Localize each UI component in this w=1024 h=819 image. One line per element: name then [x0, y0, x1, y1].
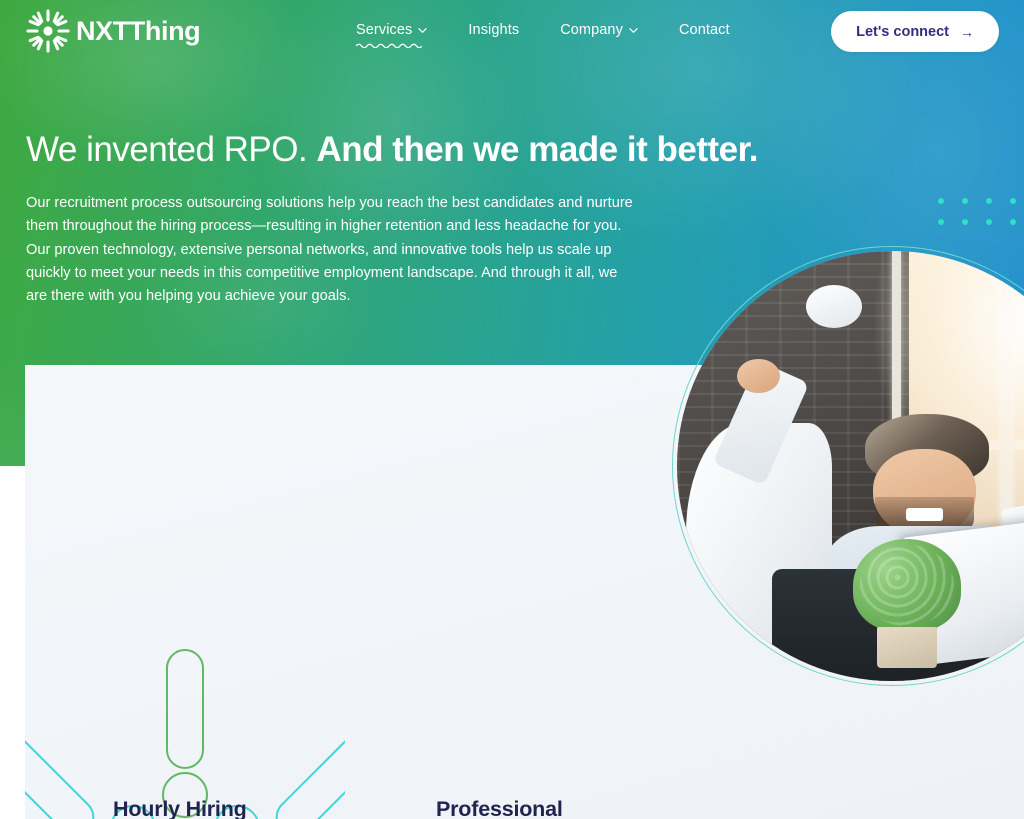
lets-connect-label: Let's connect: [856, 23, 949, 40]
page-title-light: We invented RPO.: [26, 130, 317, 169]
nav-item-insights-label: Insights: [468, 22, 520, 38]
service-card-hourly-hiring: Hourly Hiring You don’t have the bandwid…: [113, 795, 345, 819]
nav-item-contact-label: Contact: [678, 22, 730, 38]
page-title: We invented RPO. And then we made it bet…: [26, 130, 759, 169]
nav-item-company-label: Company: [560, 22, 623, 38]
chevron-down-icon: [418, 27, 428, 33]
brand-name: NXTThing: [76, 15, 201, 46]
card-title: Professional Recruitment: [436, 797, 563, 819]
service-card-professional-recruitment: Professional Recruitment Key positions a…: [436, 795, 664, 819]
arrow-right-icon: →: [960, 23, 974, 40]
nav-item-insights[interactable]: Insights: [468, 22, 519, 48]
nav-item-services-label: Services: [356, 22, 413, 38]
nav-links: Services Insights Company Contact: [356, 22, 730, 48]
dot-grid-decoration: [938, 198, 1024, 240]
active-wavy-underline: [356, 43, 422, 48]
sunburst-icon: [26, 9, 70, 53]
lets-connect-button[interactable]: Let's connect →: [831, 11, 999, 52]
hero-paragraph: Our recruitment process outsourcing solu…: [26, 195, 633, 305]
page-title-bold: And then we made it better.: [316, 130, 759, 169]
card-title: Hourly Hiring: [113, 797, 247, 819]
top-navigation: NXTThing Services Insights Company Conta…: [0, 0, 1024, 64]
sunburst-outline-decoration: [25, 649, 345, 819]
page-root: NXTThing Services Insights Company Conta…: [0, 0, 1024, 819]
nav-item-company[interactable]: Company: [560, 22, 638, 48]
nav-item-services[interactable]: Services: [356, 22, 428, 48]
chevron-down-icon: [629, 27, 638, 33]
nav-item-contact[interactable]: Contact: [679, 22, 730, 48]
office-handshake-photo: [672, 246, 1024, 686]
brand-logo[interactable]: NXTThing: [25, 8, 201, 54]
